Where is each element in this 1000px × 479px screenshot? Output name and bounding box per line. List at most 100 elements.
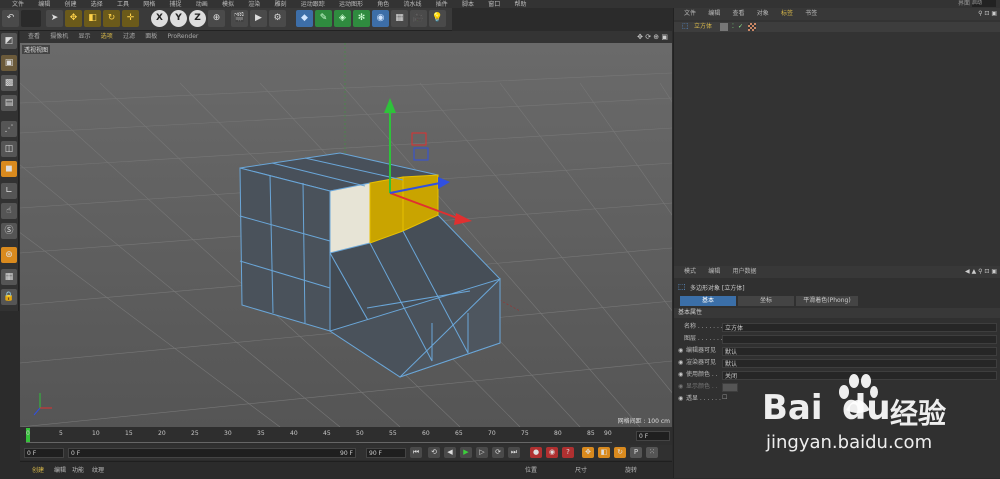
rotate-tool-icon[interactable]: ↻ <box>103 10 120 27</box>
tab-edit[interactable]: 编辑 <box>54 465 66 474</box>
points-mode-icon[interactable]: ⋰ <box>1 121 17 137</box>
camera-icon[interactable]: 🎥 <box>410 10 427 27</box>
next-key-icon[interactable]: ⟳ <box>492 447 504 458</box>
display-color-swatch[interactable] <box>722 383 738 392</box>
obj-menu-objects[interactable]: 对象 <box>757 8 769 20</box>
rotation-key-icon[interactable]: ↻ <box>614 447 626 458</box>
edges-mode-icon[interactable]: ◫ <box>1 141 17 157</box>
spline-pen-icon[interactable]: ✎ <box>315 10 332 27</box>
array-generator-icon[interactable]: ✻ <box>353 10 370 27</box>
scale-tool-icon[interactable]: ◧ <box>84 10 101 27</box>
workplane-mode-icon[interactable]: ▤ <box>1 95 17 111</box>
tab-create[interactable]: 创建 <box>32 465 44 474</box>
make-editable-icon[interactable]: ◩ <box>1 33 17 49</box>
scale-key-icon[interactable]: ◧ <box>598 447 610 458</box>
preview-range-slider[interactable]: 0 F 90 F <box>68 448 356 458</box>
recent-tool-icon[interactable]: ✛ <box>122 10 139 27</box>
obj-menu-edit[interactable]: 编辑 <box>708 8 720 20</box>
param-key-icon[interactable]: P <box>630 447 642 458</box>
snap-icon[interactable]: Ⓢ <box>1 223 17 239</box>
current-frame-field[interactable]: 0 F <box>636 431 670 441</box>
deformer-icon[interactable]: ◉ <box>372 10 389 27</box>
radio-icon[interactable]: ◉ <box>678 395 683 402</box>
object-name[interactable]: 立方体 <box>694 22 712 32</box>
z-axis-lock-icon[interactable]: Z <box>189 10 206 27</box>
obj-menu-bookmarks[interactable]: 书签 <box>805 8 817 20</box>
model-mode-icon[interactable]: ▣ <box>1 55 17 71</box>
perspective-viewport[interactable]: 透视视图 网格间距 : 100 cm <box>20 43 672 427</box>
axis-mode-icon[interactable]: ∟ <box>1 183 17 199</box>
tab-texture[interactable]: 纹理 <box>92 465 104 474</box>
polygons-mode-icon[interactable]: ◼ <box>1 161 17 177</box>
obj-menu-file[interactable]: 文件 <box>684 8 696 20</box>
record-keys-icon[interactable]: ● <box>530 447 542 458</box>
redo-icon[interactable] <box>21 10 41 27</box>
render-picture-viewer-icon[interactable]: ▶ <box>250 10 267 27</box>
tab-phong[interactable]: 平滑着色(Phong) <box>796 296 858 306</box>
tweak-mode-icon[interactable]: ☝ <box>1 203 17 219</box>
previous-key-icon[interactable]: ⟲ <box>428 447 440 458</box>
attr-menu-edit[interactable]: 编辑 <box>708 266 720 278</box>
end-frame-field[interactable]: 90 F <box>366 448 406 458</box>
viewport-menu-filter[interactable]: 过滤 <box>123 31 135 43</box>
subdivision-surface-icon[interactable]: ◈ <box>334 10 351 27</box>
lock-workplane-icon[interactable]: 🔒 <box>1 289 17 305</box>
enabled-check-icon[interactable]: ✓ <box>738 22 743 32</box>
viewport-nav-icons[interactable]: ✥ ⟳ ⊕ ▣ <box>637 31 668 43</box>
viewport-menu-panel[interactable]: 面板 <box>145 31 157 43</box>
menu-help[interactable]: 帮助 <box>515 1 527 9</box>
phong-tag-icon[interactable] <box>748 23 756 31</box>
tab-basic[interactable]: 基本 <box>680 296 736 306</box>
viewport-menu-options[interactable]: 选项 <box>101 31 113 43</box>
previous-frame-icon[interactable]: ◀ <box>444 447 456 458</box>
grid-icon[interactable]: ▦ <box>1 269 17 285</box>
undo-icon[interactable]: ↶ <box>2 10 19 27</box>
menu-window[interactable]: 窗口 <box>488 1 500 9</box>
light-icon[interactable]: 💡 <box>429 10 446 27</box>
floor-object-icon[interactable]: ▦ <box>391 10 408 27</box>
attr-menu-mode[interactable]: 模式 <box>684 266 696 278</box>
layer-field[interactable] <box>722 335 997 344</box>
obj-menu-tags[interactable]: 标签 <box>781 8 793 20</box>
viewport-menu-prorender[interactable]: ProRender <box>168 31 199 43</box>
autokey-icon[interactable]: ◉ <box>546 447 558 458</box>
workplane-icon[interactable]: ⊛ <box>1 247 17 263</box>
start-frame-field[interactable]: 0 F <box>24 448 64 458</box>
timeline-ruler[interactable]: 0 5 10 15 20 25 30 35 40 45 50 55 60 65 … <box>20 427 672 445</box>
radio-icon[interactable]: ◉ <box>678 359 683 366</box>
tab-coord[interactable]: 坐标 <box>738 296 794 306</box>
layer-swatch[interactable] <box>720 23 728 31</box>
keyframe-selection-icon[interactable]: ? <box>562 447 574 458</box>
texture-mode-icon[interactable]: ▩ <box>1 75 17 91</box>
menu-script[interactable]: 脚本 <box>462 1 474 9</box>
name-field[interactable]: 立方体 <box>722 323 997 332</box>
viewport-menu-view[interactable]: 查看 <box>28 31 40 43</box>
tab-function[interactable]: 功能 <box>72 465 84 474</box>
radio-icon[interactable]: ◉ <box>678 383 683 390</box>
viewport-menu-cameras[interactable]: 摄像机 <box>50 31 68 43</box>
cube-primitive-icon[interactable]: ◆ <box>296 10 313 27</box>
y-axis-lock-icon[interactable]: Y <box>170 10 187 27</box>
layout-select[interactable]: 启动 <box>972 0 996 7</box>
render-view-icon[interactable]: 🎬 <box>231 10 248 27</box>
go-to-start-icon[interactable]: ⏮ <box>410 447 422 458</box>
position-key-icon[interactable]: ✥ <box>582 447 594 458</box>
render-visible-select[interactable]: 默认 <box>722 359 997 368</box>
visibility-dots-icon[interactable]: ⁚ <box>732 22 734 32</box>
attr-menu-userdata[interactable]: 用户数据 <box>733 266 757 278</box>
xray-checkbox[interactable]: ☐ <box>722 394 727 401</box>
obj-search-icons[interactable]: ⚲ ⊡ ▣ <box>978 8 997 20</box>
select-arrow-icon[interactable]: ➤ <box>46 10 63 27</box>
coordinate-system-icon[interactable]: ⊕ <box>208 10 225 27</box>
point-level-key-icon[interactable]: ⁙ <box>646 447 658 458</box>
go-to-end-icon[interactable]: ⏭ <box>508 447 520 458</box>
editor-visible-select[interactable]: 默认 <box>722 347 997 356</box>
obj-menu-view[interactable]: 查看 <box>733 8 745 20</box>
x-axis-lock-icon[interactable]: X <box>151 10 168 27</box>
attr-nav-icons[interactable]: ◀ ▲ ⚲ ⊡ ▣ <box>965 266 997 278</box>
radio-icon[interactable]: ◉ <box>678 347 683 354</box>
render-settings-icon[interactable]: ⚙ <box>269 10 286 27</box>
object-row[interactable]: ⬚ 立方体 ⁚ ✓ <box>674 22 1000 32</box>
move-tool-icon[interactable]: ✥ <box>65 10 82 27</box>
play-icon[interactable]: ▶ <box>460 447 472 458</box>
